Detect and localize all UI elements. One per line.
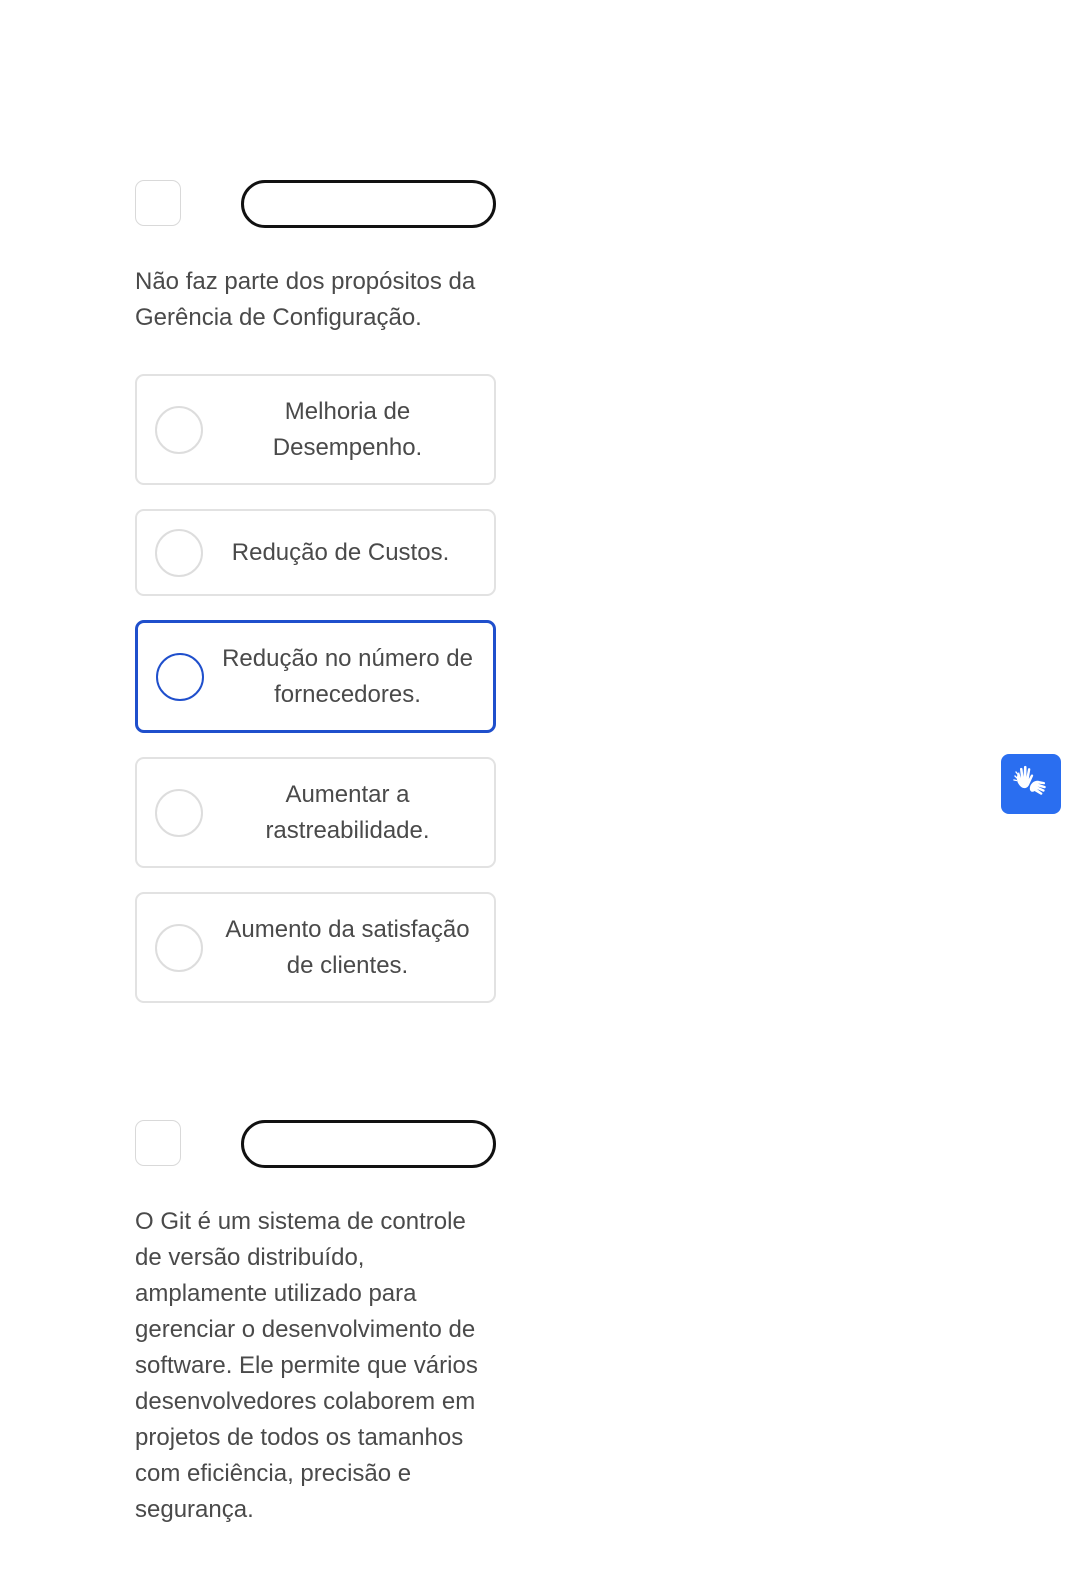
option-e[interactable]: Aumento da satisfação de clientes. bbox=[135, 892, 496, 1003]
question-2-number-pill bbox=[241, 1120, 496, 1168]
option-d-radio[interactable] bbox=[155, 788, 203, 837]
option-a[interactable]: Melhoria de Desempenho. bbox=[135, 374, 496, 485]
option-e-radio[interactable] bbox=[155, 923, 203, 972]
question-2-header bbox=[135, 1120, 496, 1168]
option-c-radio[interactable] bbox=[156, 652, 204, 701]
question-2: O Git é um sistema de controle de versão… bbox=[135, 1120, 496, 1528]
option-a-radio[interactable] bbox=[155, 405, 203, 454]
option-b[interactable]: Redução de Custos. bbox=[135, 509, 496, 596]
question-2-statement: O Git é um sistema de controle de versão… bbox=[135, 1208, 478, 1523]
option-b-label: Redução de Custos. bbox=[231, 538, 450, 566]
option-d[interactable]: Aumentar a rastreabilidade. bbox=[135, 757, 496, 868]
question-1-header bbox=[135, 180, 496, 228]
question-1: Não faz parte dos propósitos da Gerência… bbox=[135, 180, 496, 1027]
question-2-mark-checkbox[interactable] bbox=[135, 1120, 181, 1166]
option-c[interactable]: Redução no número de fornecedores. bbox=[135, 620, 496, 733]
question-1-number-pill bbox=[241, 180, 496, 228]
option-a-label: Melhoria de Desempenho. bbox=[272, 397, 423, 461]
question-1-mark-checkbox[interactable] bbox=[135, 180, 181, 226]
question-1-options: Melhoria de Desempenho. Redução de Custo… bbox=[135, 374, 496, 1003]
sign-language-button[interactable] bbox=[1001, 754, 1061, 814]
option-d-label: Aumentar a rastreabilidade. bbox=[265, 780, 430, 844]
option-b-radio[interactable] bbox=[155, 528, 203, 577]
question-1-statement: Não faz parte dos propósitos da Gerência… bbox=[135, 268, 476, 331]
option-e-label: Aumento da satisfação de clientes. bbox=[225, 915, 470, 979]
option-c-label: Redução no número de fornecedores. bbox=[222, 644, 473, 708]
sign-language-hands-icon bbox=[1012, 763, 1050, 806]
